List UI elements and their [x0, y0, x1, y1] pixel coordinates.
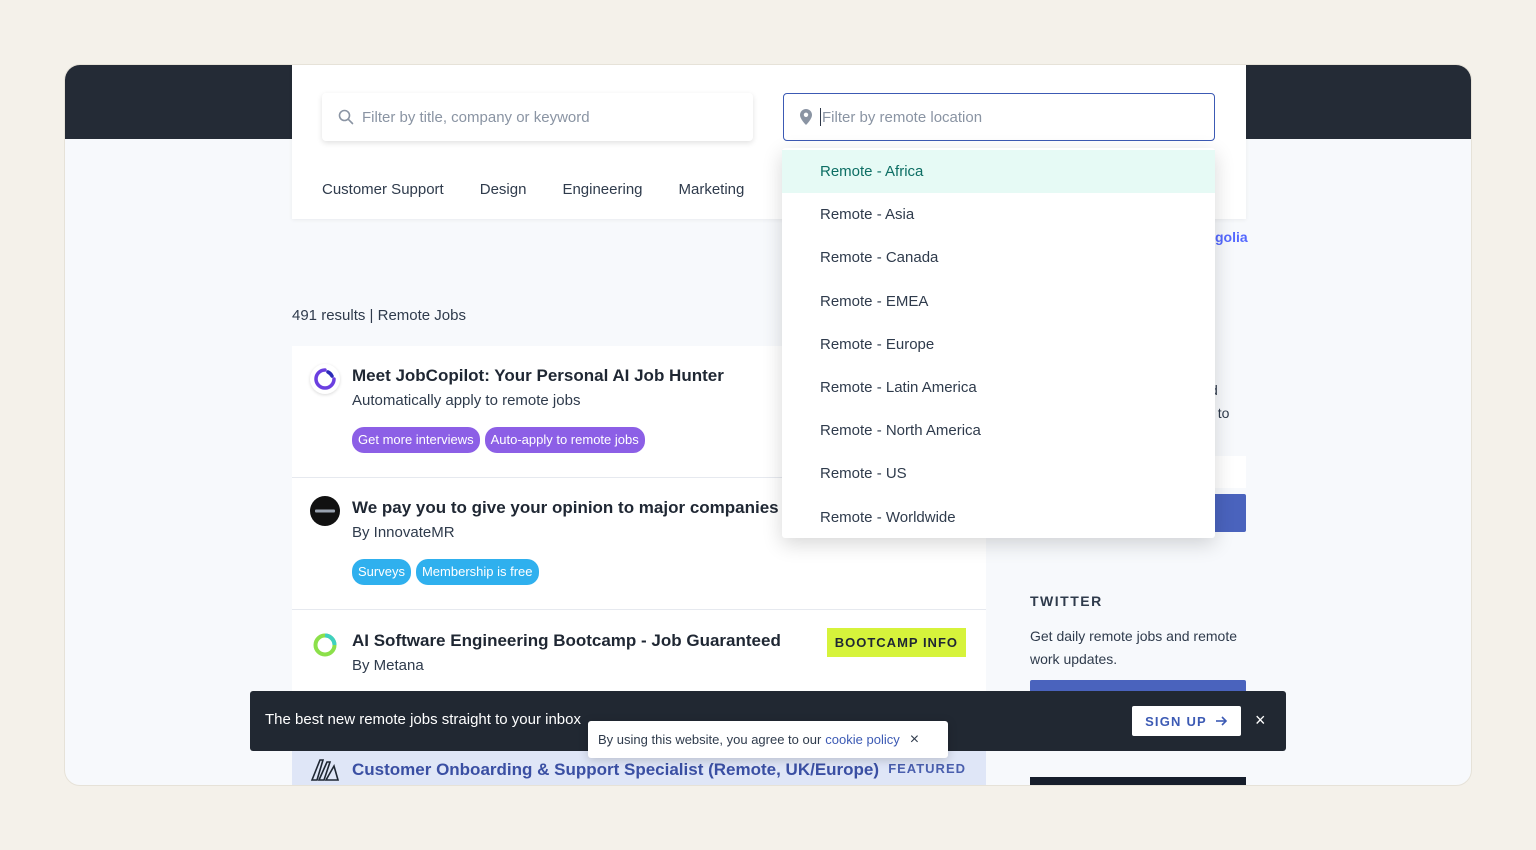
keyword-search-placeholder: Filter by title, company or keyword — [362, 108, 590, 126]
category-filter-bar: Customer Support Design Engineering Mark… — [322, 181, 744, 198]
location-dropdown: Remote - Africa Remote - Asia Remote - C… — [782, 148, 1215, 538]
featured-badge: FEATURED — [888, 761, 966, 776]
job-tag[interactable]: Membership is free — [415, 559, 539, 585]
job-title[interactable]: We pay you to give your opinion to major… — [352, 498, 779, 518]
twitter-description: Get daily remote jobs and remote work up… — [1030, 628, 1237, 667]
arrow-right-icon — [1215, 716, 1228, 726]
location-search-placeholder: Filter by remote location — [822, 108, 983, 126]
location-option-canada[interactable]: Remote - Canada — [782, 236, 1215, 279]
text-caret — [820, 108, 821, 126]
signup-button[interactable]: SIGN UP — [1132, 706, 1241, 736]
map-pin-icon — [800, 109, 812, 125]
newsletter-message: The best new remote jobs straight to you… — [265, 711, 581, 728]
location-option-africa[interactable]: Remote - Africa — [782, 150, 1215, 194]
location-option-emea[interactable]: Remote - EMEA — [782, 280, 1215, 323]
location-search-input[interactable]: Filter by remote location — [783, 93, 1215, 141]
results-separator: | — [365, 307, 378, 324]
job-subtitle: By Metana — [352, 657, 424, 674]
location-option-worldwide[interactable]: Remote - Worldwide — [782, 496, 1215, 539]
location-option-north-america[interactable]: Remote - North America — [782, 409, 1215, 452]
company-logo-icon — [310, 759, 340, 781]
cookie-text: By using this website, you agree to our — [598, 732, 822, 747]
job-tag[interactable]: Auto-apply to remote jobs — [484, 427, 645, 453]
cookie-policy-link[interactable]: cookie policy — [825, 732, 899, 747]
job-subtitle: By InnovateMR — [352, 524, 455, 541]
close-icon[interactable]: × — [1255, 710, 1266, 730]
job-tag[interactable]: Get more interviews — [352, 427, 480, 453]
bootcamp-info-button[interactable]: BOOTCAMP INFO — [826, 628, 966, 657]
job-subtitle: Automatically apply to remote jobs — [352, 392, 581, 409]
keyword-search-input[interactable]: Filter by title, company or keyword — [322, 93, 753, 141]
location-option-europe[interactable]: Remote - Europe — [782, 323, 1215, 366]
job-title[interactable]: Customer Onboarding & Support Specialist… — [352, 760, 879, 780]
location-option-us[interactable]: Remote - US — [782, 452, 1215, 495]
close-icon[interactable]: × — [910, 731, 919, 749]
job-title[interactable]: AI Software Engineering Bootcamp - Job G… — [352, 631, 781, 651]
twitter-heading: TWITTER — [1030, 593, 1103, 609]
results-label: Remote Jobs — [377, 307, 466, 324]
results-summary: 491 results | Remote Jobs — [292, 307, 466, 324]
job-title[interactable]: Meet JobCopilot: Your Personal AI Job Hu… — [352, 366, 724, 386]
job-tag[interactable]: Surveys — [352, 559, 411, 585]
search-icon — [338, 109, 354, 125]
algolia-attribution-link[interactable]: golia — [1215, 229, 1248, 245]
category-design[interactable]: Design — [480, 181, 527, 198]
location-option-latin-america[interactable]: Remote - Latin America — [782, 366, 1215, 409]
metana-logo-icon — [310, 630, 340, 660]
job-tags: Get more interviews Auto-apply to remote… — [352, 427, 645, 453]
innovatemr-logo-icon — [310, 496, 340, 526]
category-marketing[interactable]: Marketing — [679, 181, 745, 198]
location-option-asia[interactable]: Remote - Asia — [782, 193, 1215, 236]
browser-frame: Filter by title, company or keyword Filt… — [64, 64, 1472, 786]
category-customer-support[interactable]: Customer Support — [322, 181, 444, 198]
job-tags: Surveys Membership is free — [352, 559, 539, 585]
jobcopilot-logo-icon — [310, 364, 340, 394]
sidebar-dark-block — [1030, 777, 1246, 785]
cookie-notice: By using this website, you agree to our … — [588, 721, 948, 758]
category-engineering[interactable]: Engineering — [562, 181, 642, 198]
signup-button-label: SIGN UP — [1145, 713, 1207, 729]
results-count: 491 results — [292, 307, 366, 324]
